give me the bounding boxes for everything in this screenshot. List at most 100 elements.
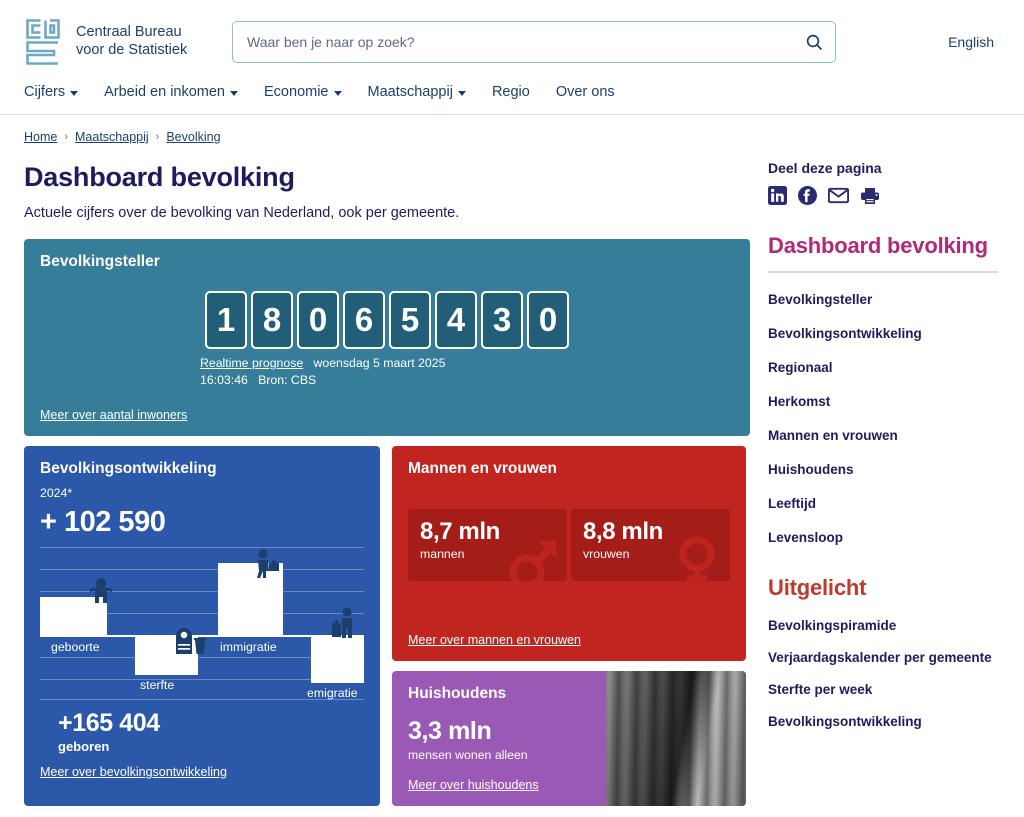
breadcrumb-separator: › xyxy=(64,131,69,143)
chevron-down-icon xyxy=(70,90,79,96)
sidebar-item-regionaal[interactable]: Regionaal xyxy=(768,360,998,375)
development-year: 2024* xyxy=(40,486,73,500)
email-icon[interactable] xyxy=(828,187,849,204)
logo-block[interactable]: Centraal Bureau voor de Statistiek xyxy=(24,17,224,67)
breadcrumb-item-home[interactable]: Home xyxy=(24,130,57,144)
sidebar-featured-verjaardagskalender[interactable]: Verjaardagskalender per gemeente xyxy=(768,650,998,665)
logo-line-1: Centraal Bureau xyxy=(76,24,182,41)
more-about-households-link[interactable]: Meer over huishoudens xyxy=(408,778,539,792)
nav-item-economie[interactable]: Economie xyxy=(264,84,342,100)
language-switch-link[interactable]: English xyxy=(948,34,1000,50)
nav-item-arbeid-en-inkomen[interactable]: Arbeid en inkomen xyxy=(104,84,239,100)
bar-label-sterfte: sterfte xyxy=(140,678,175,692)
bar-label-geboorte: geboorte xyxy=(51,640,100,654)
development-births-value: +165 404 xyxy=(58,709,160,737)
chevron-down-icon xyxy=(230,90,239,96)
share-icons-row xyxy=(768,186,998,205)
facebook-icon[interactable] xyxy=(798,186,817,205)
baby-icon xyxy=(88,577,114,609)
chevron-down-icon xyxy=(457,90,466,96)
page-title: Dashboard bevolking xyxy=(24,162,295,192)
women-tile: 8,8 mln vrouwen xyxy=(571,509,730,581)
households-label: mensen wonen alleen xyxy=(408,748,528,762)
nav-item-regio[interactable]: Regio xyxy=(492,84,530,100)
households-value: 3,3 mln xyxy=(408,717,492,745)
households-photo xyxy=(606,671,746,806)
counter-card-footer: Meer over aantal inwoners xyxy=(40,406,187,424)
counter-card-title: Bevolkingsteller xyxy=(40,253,160,270)
sidebar-item-bevolkingsontwikkeling[interactable]: Bevolkingsontwikkeling xyxy=(768,326,998,341)
households-card-footer: Meer over huishoudens xyxy=(408,776,590,794)
sidebar-item-huishoudens[interactable]: Huishoudens xyxy=(768,462,998,477)
cards-row: Bevolkingsontwikkeling 2024* + 102 590 g… xyxy=(24,446,750,806)
page-body: Dashboard bevolking Actuele cijfers over… xyxy=(0,144,1024,806)
breadcrumb-separator: › xyxy=(155,131,160,143)
breadcrumb-item-bevolking[interactable]: Bevolking xyxy=(166,130,220,144)
sidebar-featured-bevolkingsontwikkeling[interactable]: Bevolkingsontwikkeling xyxy=(768,714,998,729)
main-navigation: Cijfers Arbeid en inkomen Economie Maats… xyxy=(0,84,1024,115)
counter-digit: 0 xyxy=(297,291,339,349)
development-card-footer: Meer over bevolkingsontwikkeling xyxy=(40,763,364,781)
population-counter-card: Bevolkingsteller 1 8 0 6 5 4 3 0 Realtim… xyxy=(24,239,750,436)
more-about-men-women-link[interactable]: Meer over mannen en vrouwen xyxy=(408,633,581,647)
counter-digit: 0 xyxy=(527,291,569,349)
more-about-development-link[interactable]: Meer over bevolkingsontwikkeling xyxy=(40,765,227,779)
sidebar-featured-bevolkingspiramide[interactable]: Bevolkingspiramide xyxy=(768,618,998,633)
search-button[interactable] xyxy=(798,26,830,58)
households-card: Huishoudens 3,3 mln mensen wonen alleen … xyxy=(392,671,746,806)
venus-symbol-icon xyxy=(668,534,726,581)
print-icon[interactable] xyxy=(860,187,880,205)
population-development-card: Bevolkingsontwikkeling 2024* + 102 590 g… xyxy=(24,446,380,806)
nav-item-cijfers[interactable]: Cijfers xyxy=(24,84,79,100)
breadcrumb: Home › Maatschappij › Bevolking xyxy=(0,115,1024,144)
main-column: Dashboard bevolking Actuele cijfers over… xyxy=(24,144,750,806)
logo-line-2: voor de Statistiek xyxy=(76,42,188,58)
men-women-card: Mannen en vrouwen 8,7 mln mannen 8,8 mln… xyxy=(392,446,746,661)
page-subtitle: Actuele cijfers over de bevolking van Ne… xyxy=(24,205,460,221)
counter-digit: 5 xyxy=(389,291,431,349)
sidebar-featured-sterfte-per-week[interactable]: Sterfte per week xyxy=(768,682,998,697)
men-women-card-footer: Meer over mannen en vrouwen xyxy=(408,631,581,649)
search-box[interactable] xyxy=(232,21,836,63)
counter-digit: 6 xyxy=(343,291,385,349)
sidebar-item-bevolkingsteller[interactable]: Bevolkingsteller xyxy=(768,292,998,307)
nav-item-maatschappij[interactable]: Maatschappij xyxy=(368,84,466,100)
more-about-inhabitants-link[interactable]: Meer over aantal inwoners xyxy=(40,408,187,422)
sidebar-heading-uitgelicht: Uitgelicht xyxy=(768,575,867,600)
sidebar-divider xyxy=(768,271,998,273)
nav-label: Economie xyxy=(264,84,329,100)
counter-digit: 3 xyxy=(481,291,523,349)
search-input[interactable] xyxy=(232,21,836,63)
nav-label: Cijfers xyxy=(24,84,66,100)
sidebar-item-levensloop[interactable]: Levensloop xyxy=(768,530,998,545)
emigrant-icon xyxy=(330,607,358,644)
linkedin-icon[interactable] xyxy=(768,186,787,205)
sidebar-item-leeftijd[interactable]: Leeftijd xyxy=(768,496,998,511)
bar-label-immigratie: immigratie xyxy=(220,640,277,654)
sidebar-item-herkomst[interactable]: Herkomst xyxy=(768,394,998,409)
counter-time: 16:03:46 xyxy=(200,372,248,387)
development-card-title: Bevolkingsontwikkeling xyxy=(40,460,217,477)
nav-item-over-ons[interactable]: Over ons xyxy=(556,84,615,100)
logo-text: Centraal Bureau voor de Statistiek xyxy=(76,24,187,59)
realtime-prognosis-link[interactable]: Realtime prognose xyxy=(200,356,303,370)
counter-digit: 1 xyxy=(205,291,247,349)
right-cards-column: Mannen en vrouwen 8,7 mln mannen 8,8 mln… xyxy=(392,446,746,806)
development-waterfall-chart: geboorte sterfte immigratie emigratie xyxy=(40,547,364,700)
men-women-card-title: Mannen en vrouwen xyxy=(408,460,557,477)
mars-symbol-icon xyxy=(505,534,563,581)
households-content: Huishoudens 3,3 mln mensen wonen alleen … xyxy=(392,671,606,806)
search-icon xyxy=(806,34,822,50)
counter-source: Bron: CBS xyxy=(258,372,317,387)
sidebar-heading-dashboard: Dashboard bevolking xyxy=(768,233,988,258)
nav-label: Arbeid en inkomen xyxy=(104,84,226,100)
nav-label: Maatschappij xyxy=(367,84,453,100)
chevron-down-icon xyxy=(333,90,342,96)
households-card-title: Huishoudens xyxy=(408,685,507,702)
counter-digit: 8 xyxy=(251,291,293,349)
men-tile: 8,7 mln mannen xyxy=(408,509,567,581)
site-header: Centraal Bureau voor de Statistiek Engli… xyxy=(0,0,1024,84)
breadcrumb-item-maatschappij[interactable]: Maatschappij xyxy=(75,130,149,144)
bar-label-emigratie: emigratie xyxy=(307,686,358,700)
sidebar-item-mannen-en-vrouwen[interactable]: Mannen en vrouwen xyxy=(768,428,998,443)
